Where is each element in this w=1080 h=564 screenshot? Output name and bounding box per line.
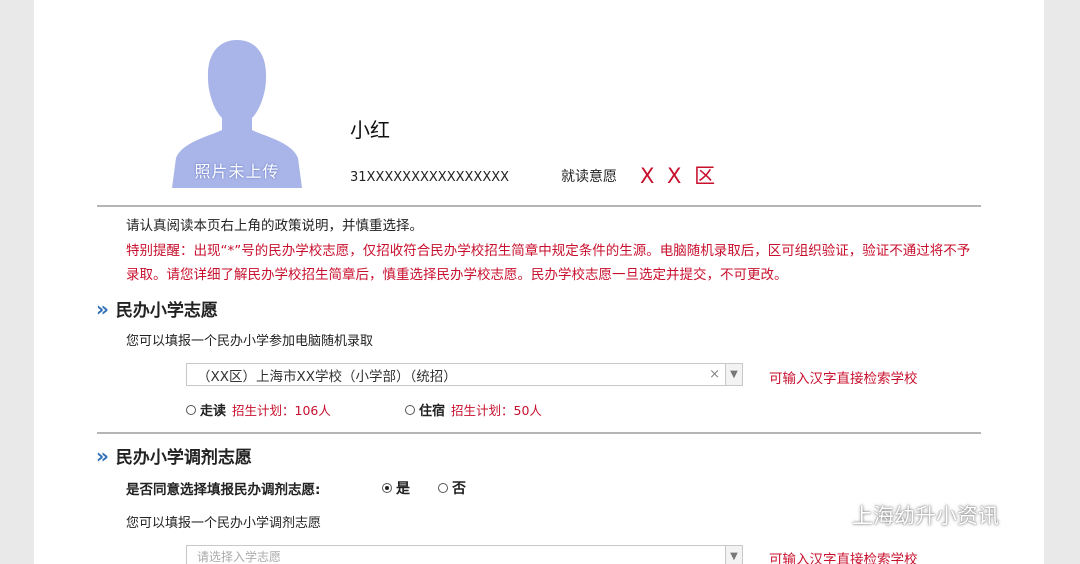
school-select[interactable]: （XX区）上海市XX学校（小学部）（统招） × ▼ (186, 363, 743, 386)
intent-label: 就读意愿 (561, 169, 617, 185)
select-placeholder: 请选择入学志愿 (197, 550, 282, 564)
photo-not-uploaded-label: 照片未上传 (194, 162, 280, 181)
radio-button[interactable] (186, 404, 196, 415)
divider (97, 205, 981, 207)
student-name: 小红 (350, 118, 390, 142)
adjustment-school-select[interactable]: 请选择入学志愿 ▼ (186, 545, 743, 564)
double-chevron-icon: » (96, 443, 109, 468)
radio-label: 住宿 (419, 404, 446, 419)
section-private-primary: » 民办小学志愿 (96, 296, 218, 322)
enrollment-plan: 招生计划：106人 (232, 403, 331, 418)
radio-label: 是 (396, 481, 410, 497)
section-title: 民办小学调剂志愿 (115, 448, 252, 468)
chevron-down-icon[interactable]: ▼ (725, 364, 742, 385)
section-private-adjustment: » 民办小学调剂志愿 (96, 443, 252, 469)
clear-icon[interactable]: × (709, 367, 720, 382)
section-hint: 您可以填报一个民办小学调剂志愿 (126, 516, 322, 531)
watermark-text: 上海幼升小资讯 (852, 504, 999, 528)
search-hint: 可输入汉字直接检索学校 (769, 371, 918, 387)
divider (97, 432, 981, 434)
chevron-down-icon[interactable]: ▼ (725, 546, 742, 564)
special-warning: 特别提醒：出现“*”号的民办学校志愿，仅招收符合民办学校招生简章中规定条件的生源… (126, 243, 971, 283)
radio-button[interactable] (382, 483, 392, 493)
search-hint: 可输入汉字直接检索学校 (769, 552, 918, 564)
radio-boarding[interactable]: 住宿 招生计划：50人 (405, 400, 542, 419)
radio-button[interactable] (405, 404, 415, 415)
radio-yes[interactable]: 是 (382, 478, 410, 498)
avatar: 照片未上传 (172, 38, 302, 188)
application-page: 照片未上传 小红 31XXXXXXXXXXXXXXXX 就读意愿 X X 区 请… (34, 0, 1044, 564)
radio-no[interactable]: 否 (438, 478, 466, 498)
section-title: 民办小学志愿 (115, 301, 218, 321)
intent-value: X X 区 (640, 164, 719, 188)
id-number: 31XXXXXXXXXXXXXXXX (350, 170, 510, 185)
radio-button[interactable] (438, 483, 448, 493)
radio-label: 走读 (200, 404, 227, 419)
section-hint: 您可以填报一个民办小学参加电脑随机录取 (126, 334, 374, 349)
notice-text: 请认真阅读本页右上角的政策说明，并慎重选择。 (126, 218, 423, 234)
watermark: 上海幼升小资讯 (808, 500, 999, 530)
wechat-icon (809, 501, 844, 528)
enrollment-plan: 招生计划：50人 (451, 403, 542, 418)
selected-school: （XX区）上海市XX学校（小学部）（统招） (197, 368, 457, 385)
adjustment-question: 是否同意选择填报民办调剂志愿: (126, 482, 321, 498)
radio-label: 否 (452, 481, 466, 497)
double-chevron-icon: » (96, 296, 109, 321)
radio-day-school[interactable]: 走读 招生计划：106人 (186, 400, 331, 419)
